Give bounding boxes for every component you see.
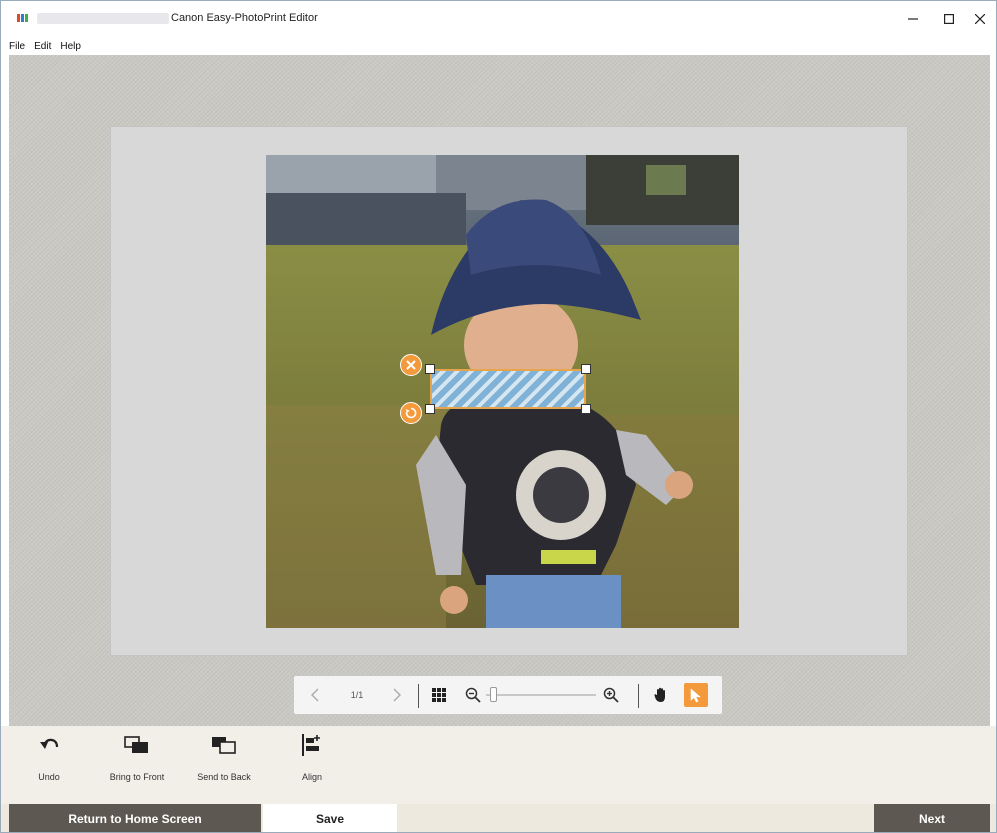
send-to-back-label: Send to Back [197, 772, 251, 782]
zoom-out-icon [465, 687, 481, 703]
footer-bar: Return to Home Screen Save Next [1, 804, 996, 832]
app-window: Canon Easy-PhotoPrint Editor File Edit H… [0, 0, 997, 833]
send-to-back-icon [212, 737, 236, 754]
grid-icon [432, 688, 446, 702]
send-to-back-button[interactable]: Send to Back [179, 732, 269, 782]
undo-button[interactable]: Undo [4, 732, 94, 782]
zoom-slider-thumb[interactable] [490, 687, 497, 702]
align-button[interactable]: Align [267, 732, 357, 782]
maximize-button[interactable] [932, 7, 966, 31]
zoom-out-button[interactable] [462, 684, 484, 706]
close-icon [406, 360, 416, 370]
align-label: Align [301, 772, 322, 782]
maximize-icon [944, 14, 954, 24]
menu-bar: File Edit Help [1, 37, 996, 55]
select-tool-button[interactable] [684, 683, 708, 707]
edit-tools-bar: Undo Bring to Front Send to Back Align [1, 726, 996, 804]
next-button[interactable]: Next [874, 804, 990, 832]
pointer-icon [690, 687, 701, 702]
rotate-icon [405, 407, 417, 419]
minimize-button[interactable] [896, 7, 930, 31]
zoom-in-icon [603, 687, 619, 703]
menu-help[interactable]: Help [56, 41, 86, 52]
selected-sticker[interactable] [430, 369, 586, 409]
chevron-left-icon [311, 688, 319, 702]
delete-item-button[interactable] [400, 354, 422, 376]
bring-to-front-icon [124, 736, 148, 753]
resize-handle-top-right[interactable] [581, 364, 591, 374]
page-indicator: 1/1 [350, 690, 364, 700]
return-home-button[interactable]: Return to Home Screen [9, 804, 261, 832]
menu-file[interactable]: File [5, 41, 30, 52]
view-toolbar: 1/1 [293, 675, 723, 715]
toolbar-divider [638, 684, 639, 708]
align-icon [302, 734, 320, 756]
undo-label: Undo [38, 772, 60, 782]
menu-edit[interactable]: Edit [30, 41, 56, 52]
zoom-in-button[interactable] [600, 684, 622, 706]
previous-page-button[interactable] [304, 684, 326, 706]
editing-workspace: 1/1 [9, 55, 990, 726]
pan-tool-button[interactable] [650, 684, 672, 706]
hand-icon [654, 687, 665, 702]
bring-to-front-label: Bring to Front [109, 772, 165, 782]
bring-to-front-button[interactable]: Bring to Front [92, 732, 182, 782]
resize-handle-top-left[interactable] [425, 364, 435, 374]
page-canvas [110, 126, 908, 656]
chevron-right-icon [393, 688, 401, 702]
photo-image[interactable] [266, 155, 739, 628]
resize-handle-bottom-right[interactable] [581, 404, 591, 414]
toolbar-divider [418, 684, 419, 708]
close-window-icon [975, 14, 985, 24]
zoom-slider-track[interactable] [486, 694, 596, 696]
title-bar: Canon Easy-PhotoPrint Editor [1, 1, 996, 37]
title-obscured-region [37, 13, 169, 24]
app-logo-icon [17, 14, 28, 22]
next-page-button[interactable] [386, 684, 408, 706]
resize-handle-bottom-left[interactable] [425, 404, 435, 414]
page-list-button[interactable] [428, 684, 450, 706]
window-title: Canon Easy-PhotoPrint Editor [171, 12, 318, 24]
save-button[interactable]: Save [263, 804, 397, 832]
close-button[interactable] [963, 7, 996, 31]
minimize-icon [908, 18, 918, 20]
undo-icon [40, 738, 59, 749]
rotate-item-button[interactable] [400, 402, 422, 424]
